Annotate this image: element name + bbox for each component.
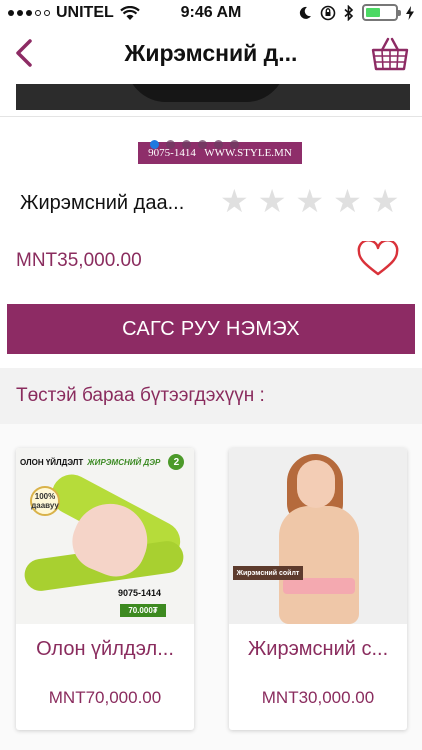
thumbnail-price-tag: 70.000₮ xyxy=(120,604,166,617)
status-bar: UNITEL 9:46 AM xyxy=(0,0,422,26)
thumbnail-number-badge: 2 xyxy=(168,454,185,470)
star-icon[interactable]: ★ xyxy=(220,184,249,218)
related-product-title: Жирэмсний с... xyxy=(247,638,389,660)
product-name: Жирэмсний даа... xyxy=(20,192,185,214)
image-pagination-dots[interactable] xyxy=(150,140,239,149)
battery-icon xyxy=(362,4,401,21)
orientation-lock-icon xyxy=(320,5,336,20)
add-to-cart-button[interactable]: САГС РУУ НЭМЭХ xyxy=(7,304,415,354)
pagination-dot[interactable] xyxy=(166,140,175,149)
page-title: Жирэмсний д... xyxy=(124,40,298,66)
related-product-price: MNT70,000.00 xyxy=(48,688,162,707)
star-icon[interactable]: ★ xyxy=(295,184,324,218)
back-arrow-icon[interactable] xyxy=(8,36,42,70)
cotton-badge: 100% даавуу xyxy=(30,486,60,516)
related-product-title: Олон үйлдэл... xyxy=(36,638,174,660)
pagination-dot[interactable] xyxy=(150,140,159,149)
related-product-card[interactable]: ОЛОН ҮЙЛДЭЛТ ЖИРЭМСНИЙ ДЭР 2 100% даавуу… xyxy=(16,448,194,730)
related-product-price: MNT30,000.00 xyxy=(261,688,375,707)
product-image[interactable] xyxy=(16,84,410,110)
product-price: MNT35,000.00 xyxy=(16,250,142,271)
thumbnail-header-text: ОЛОН ҮЙЛДЭЛТ xyxy=(20,457,84,467)
star-icon[interactable]: ★ xyxy=(371,184,400,218)
thumbnail-phone: 9075-1414 xyxy=(118,588,162,598)
charging-icon xyxy=(406,5,414,20)
related-products-header: Төстэй бараа бүтээгдэхүүн : xyxy=(0,368,422,424)
related-products-title: Төстэй бараа бүтээгдэхүүн : xyxy=(16,385,265,406)
pagination-dot[interactable] xyxy=(182,140,191,149)
system-icons xyxy=(298,4,414,21)
star-rating[interactable]: ★ ★ ★ ★ ★ xyxy=(220,184,399,218)
pagination-dot[interactable] xyxy=(230,140,239,149)
pagination-dot[interactable] xyxy=(198,140,207,149)
star-icon[interactable]: ★ xyxy=(258,184,287,218)
bluetooth-icon xyxy=(344,4,354,21)
shopping-basket-icon[interactable] xyxy=(370,34,410,74)
pagination-dot[interactable] xyxy=(214,140,223,149)
heart-icon[interactable] xyxy=(356,241,400,277)
divider xyxy=(0,116,422,117)
product-thumbnail: Жирэмсний сойлт xyxy=(229,448,407,624)
thumbnail-header-highlight: ЖИРЭМСНИЙ ДЭР xyxy=(87,457,161,467)
thumbnail-label: Жирэмсний сойлт xyxy=(233,566,303,580)
product-thumbnail: ОЛОН ҮЙЛДЭЛТ ЖИРЭМСНИЙ ДЭР 2 100% даавуу… xyxy=(16,448,194,624)
moon-icon xyxy=(299,6,311,19)
navigation-bar: Жирэмсний д... xyxy=(0,26,422,84)
related-product-card[interactable]: Жирэмсний сойлт Жирэмсний с... MNT30,000… xyxy=(229,448,407,730)
star-icon[interactable]: ★ xyxy=(333,184,362,218)
